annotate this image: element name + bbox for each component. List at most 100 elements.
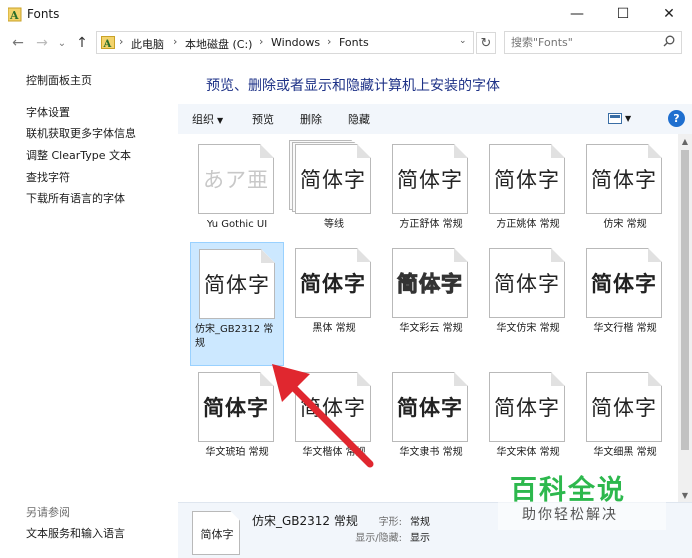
search-box[interactable] bbox=[504, 31, 682, 54]
font-thumbnail: 简体字 bbox=[289, 140, 371, 214]
font-sample-text: 简体字 bbox=[591, 396, 657, 420]
breadcrumb-separator: › bbox=[173, 35, 178, 48]
font-tile[interactable]: 简体字华文隶书 常规 bbox=[384, 366, 478, 490]
find-character-link[interactable]: 查找字符 bbox=[26, 169, 70, 185]
breadcrumb-fonts[interactable]: Fonts bbox=[339, 36, 369, 49]
font-tile[interactable]: 简体字华文行楷 常规 bbox=[578, 242, 672, 366]
hide-button[interactable]: 隐藏 bbox=[348, 111, 370, 127]
up-button[interactable]: ↑ bbox=[72, 32, 92, 54]
visibility-key: 显示/隐藏: bbox=[355, 533, 402, 544]
font-thumbnail: 简体字 bbox=[586, 144, 662, 214]
font-sample-text: あア亜 bbox=[203, 168, 269, 192]
font-name-label: 华文隶书 常规 bbox=[399, 447, 463, 458]
font-grid: あア亜 Yu Gothic UI 简体字 等线 简体字 方正舒体 常规 简体字 方正姚体 常规… bbox=[178, 134, 678, 502]
svg-text:A: A bbox=[103, 39, 112, 50]
svg-text:A: A bbox=[9, 9, 19, 22]
font-name-label: 仿宋 常规 bbox=[603, 219, 647, 230]
breadcrumb-separator: › bbox=[327, 35, 332, 48]
watermark-logo: 百科全说 bbox=[510, 475, 626, 506]
font-thumbnail: 简体字 bbox=[489, 372, 565, 442]
watermark: 百科全说 助你轻松解决 bbox=[498, 466, 666, 530]
font-settings-link[interactable]: 字体设置 bbox=[26, 104, 70, 120]
selected-font-thumbnail: 简体字 bbox=[192, 511, 240, 555]
font-thumbnail: 简体字 bbox=[392, 248, 468, 318]
font-sample-text: 简体字 bbox=[494, 168, 560, 192]
get-font-info-online-link[interactable]: 联机获取更多字体信息 bbox=[26, 125, 136, 141]
task-pane: 控制面板主页 字体设置 联机获取更多字体信息 调整 ClearType 文本 查… bbox=[0, 58, 178, 558]
scrollbar-thumb[interactable] bbox=[681, 150, 689, 450]
font-name-label: 华文行楷 常规 bbox=[593, 323, 657, 334]
scroll-down-icon[interactable]: ▼ bbox=[678, 488, 692, 502]
text-services-link[interactable]: 文本服务和输入语言 bbox=[26, 525, 125, 541]
breadcrumb-separator: › bbox=[259, 35, 264, 48]
see-also-title: 另请参阅 bbox=[26, 506, 70, 519]
font-name-label: 华文仿宋 常规 bbox=[496, 323, 560, 334]
font-sample-text: 简体字 bbox=[397, 168, 463, 192]
download-all-fonts-link[interactable]: 下载所有语言的字体 bbox=[26, 190, 125, 206]
control-panel-home-link[interactable]: 控制面板主页 bbox=[26, 72, 92, 88]
font-thumbnail: 简体字 bbox=[295, 248, 371, 318]
font-sample-text: 简体字 bbox=[494, 396, 560, 420]
font-tile[interactable]: 简体字华文彩云 常规 bbox=[384, 242, 478, 366]
refresh-button[interactable]: ↻ bbox=[476, 32, 496, 54]
font-tile[interactable]: 简体字华文仿宋 常规 bbox=[481, 242, 575, 366]
search-input[interactable] bbox=[505, 32, 655, 53]
breadcrumb-separator: › bbox=[119, 35, 124, 48]
font-name-label: Yu Gothic UI bbox=[206, 219, 268, 230]
minimize-button[interactable]: — bbox=[554, 0, 600, 28]
font-name-label: 仿宋_GB2312 常规 bbox=[195, 324, 274, 349]
font-name-label: 华文彩云 常规 bbox=[399, 323, 463, 334]
font-name-label: 华文细黑 常规 bbox=[593, 447, 657, 458]
font-sample-text: 简体字 bbox=[494, 272, 560, 296]
recent-locations-dropdown[interactable]: ⌄ bbox=[52, 32, 72, 54]
font-thumbnail: あア亜 bbox=[198, 144, 274, 214]
font-tile[interactable]: 简体字 黑体 常规 bbox=[287, 242, 381, 366]
address-bar[interactable]: A › 此电脑 › 本地磁盘 (C:) › Windows › Fonts ⌄ bbox=[96, 31, 474, 54]
font-thumbnail: 简体字 bbox=[586, 372, 662, 442]
forward-button[interactable]: → bbox=[32, 32, 52, 54]
font-sample-text: 简体字 bbox=[300, 272, 366, 296]
close-button[interactable]: ✕ bbox=[646, 0, 692, 28]
font-thumbnail: 简体字 bbox=[392, 372, 468, 442]
change-view-button[interactable]: ▼ bbox=[608, 111, 631, 124]
scroll-up-icon[interactable]: ▲ bbox=[678, 134, 692, 148]
fonts-folder-icon: A bbox=[8, 7, 22, 22]
selected-font-sample: 简体字 bbox=[200, 528, 234, 541]
adjust-cleartype-link[interactable]: 调整 ClearType 文本 bbox=[26, 147, 131, 163]
search-icon bbox=[663, 35, 675, 47]
breadcrumb-this-pc[interactable]: 此电脑 bbox=[131, 36, 164, 52]
font-sample-text: 简体字 bbox=[300, 168, 366, 192]
maximize-button[interactable]: ☐ bbox=[600, 0, 646, 28]
address-dropdown-icon[interactable]: ⌄ bbox=[459, 36, 467, 46]
delete-button[interactable]: 删除 bbox=[300, 111, 322, 127]
preview-button[interactable]: 预览 bbox=[252, 111, 274, 127]
view-options-icon bbox=[608, 112, 622, 124]
font-thumbnail: 简体字 bbox=[586, 248, 662, 318]
organize-button[interactable]: 组织 ▼ bbox=[192, 111, 223, 127]
font-thumbnail: 简体字 bbox=[392, 144, 468, 214]
font-sample-text: 简体字 bbox=[591, 168, 657, 192]
font-name-label: 等线 bbox=[324, 219, 344, 230]
breadcrumb-local-disk[interactable]: 本地磁盘 (C:) bbox=[185, 36, 252, 52]
title-bar: A Fonts — ☐ ✕ bbox=[0, 0, 692, 28]
breadcrumb-windows[interactable]: Windows bbox=[271, 36, 320, 49]
organize-label: 组织 bbox=[192, 113, 214, 126]
vertical-scrollbar[interactable]: ▲ ▼ bbox=[678, 134, 692, 502]
font-sample-text: 简体字 bbox=[591, 272, 657, 296]
font-thumbnail: 简体字 bbox=[199, 249, 275, 319]
font-thumbnail: 简体字 bbox=[489, 248, 565, 318]
annotation-arrow-icon bbox=[272, 364, 374, 468]
font-sample-text: 简体字 bbox=[397, 272, 463, 297]
font-sample-text: 简体字 bbox=[204, 273, 270, 297]
watermark-slogan: 助你轻松解决 bbox=[522, 507, 618, 523]
fonts-folder-icon: A bbox=[101, 36, 115, 50]
back-button[interactable]: ← bbox=[8, 32, 28, 54]
help-icon[interactable]: ? bbox=[668, 110, 685, 127]
command-bar: 组织 ▼ 预览 删除 隐藏 ▼ ? bbox=[178, 104, 692, 134]
font-name-label: 方正姚体 常规 bbox=[496, 219, 560, 230]
font-thumbnail: 简体字 bbox=[489, 144, 565, 214]
font-tile[interactable]: 简体字仿宋_GB2312 常规 bbox=[190, 242, 284, 366]
font-name-label: 方正舒体 常规 bbox=[399, 219, 463, 230]
font-style-key: 字形: bbox=[378, 517, 402, 528]
window-title: Fonts bbox=[27, 7, 60, 21]
